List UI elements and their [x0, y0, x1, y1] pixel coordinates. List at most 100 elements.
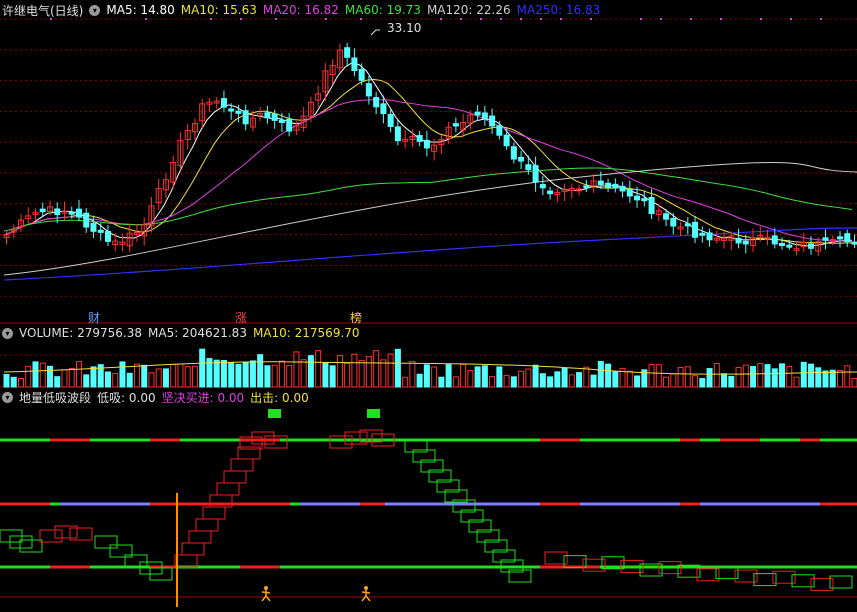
candle-body — [771, 235, 778, 245]
walking-person-icon — [364, 586, 368, 590]
volume-bar — [474, 366, 481, 388]
indicator-step — [174, 554, 198, 568]
marker-ranking[interactable]: 榜 — [350, 309, 362, 326]
volume-bar — [699, 378, 706, 388]
volume-bar — [663, 376, 670, 388]
volume-bar — [380, 359, 387, 388]
volume-bar — [648, 364, 655, 388]
volume-bar — [68, 368, 75, 388]
volume-bar — [322, 362, 329, 388]
candle-body — [235, 110, 242, 114]
marker-rise[interactable]: 涨 — [235, 309, 247, 326]
indicator-step — [564, 556, 586, 568]
indicator-step — [460, 509, 484, 523]
volume-bar — [54, 376, 61, 388]
walking-person-icon — [264, 586, 268, 590]
candle-body — [97, 229, 104, 233]
volume-bar — [670, 373, 677, 388]
volume-bar — [3, 373, 10, 388]
indicator-step — [697, 569, 719, 581]
indicator-step — [492, 549, 516, 563]
indicator-step — [640, 564, 662, 576]
candle-body — [815, 241, 822, 252]
indicator-step — [223, 470, 247, 484]
candle-body — [750, 237, 757, 246]
candle-body — [54, 208, 61, 215]
volume-settings-icon[interactable]: ▾ — [2, 327, 13, 339]
indicator-step — [696, 568, 720, 582]
volume-bar — [365, 356, 372, 388]
candle-body — [445, 126, 452, 139]
volume-bar — [684, 366, 691, 388]
indicator-step — [830, 576, 852, 588]
ma-legend-item: MA120: 22.26 — [426, 3, 511, 17]
candle-body — [242, 110, 249, 125]
volume-bar — [786, 365, 793, 388]
volume-bar — [242, 361, 249, 388]
indicator-step — [109, 544, 133, 558]
indicator-step — [583, 559, 605, 571]
volume-bar — [481, 365, 488, 388]
volume-bar — [590, 374, 597, 388]
volume-bar — [90, 366, 97, 388]
indicator-step — [239, 436, 263, 450]
candle-body — [286, 118, 293, 132]
candle-body — [634, 195, 641, 201]
candle-body — [213, 100, 220, 104]
marker-finance[interactable]: 财 — [88, 309, 100, 326]
candle-body — [452, 123, 459, 127]
candle-body — [583, 185, 590, 189]
candle-body — [431, 144, 438, 152]
chart-window: 许继电气(日线) ▾ MA5: 14.80 MA10: 15.63 MA20: 16… — [0, 0, 857, 612]
volume-bar — [358, 360, 365, 388]
candle-body — [460, 122, 467, 131]
volume-bar — [583, 366, 590, 388]
volume-bar — [503, 374, 510, 388]
volume-bar — [532, 364, 539, 388]
indicator-step — [195, 518, 219, 532]
indicator-step — [601, 556, 625, 570]
candle-body — [822, 237, 829, 241]
candle-body — [684, 223, 691, 227]
volume-bar — [83, 374, 90, 388]
candle-body — [808, 243, 815, 249]
event-dot — [720, 18, 722, 20]
candle-body — [199, 103, 206, 122]
volume-bar — [525, 368, 532, 388]
candle-body — [663, 213, 670, 220]
settings-circle-icon[interactable]: ▾ — [89, 4, 101, 16]
volume-value: VOLUME: 279756.38 — [19, 326, 142, 340]
volume-bar — [344, 363, 351, 388]
volume-bar — [713, 362, 720, 388]
indicator-step — [371, 433, 395, 447]
indicator-step — [563, 555, 587, 569]
indicator-step — [428, 469, 452, 483]
volume-bar — [808, 363, 815, 388]
stock-title: 许继电气(日线) — [2, 3, 84, 18]
ma250-line — [3, 227, 857, 281]
candle-body — [699, 232, 706, 236]
volume-bar — [800, 361, 807, 388]
volume-bar — [576, 372, 583, 388]
volume-bar — [32, 361, 39, 388]
candle-body — [344, 47, 351, 58]
volume-bar — [605, 363, 612, 388]
candle-body — [626, 188, 633, 197]
event-dot — [760, 18, 762, 20]
candle-body — [90, 222, 97, 232]
candle-body — [394, 126, 401, 142]
volume-bar — [61, 369, 68, 388]
candle-body — [257, 113, 264, 117]
candle-body — [728, 235, 735, 241]
indicator-step — [329, 435, 353, 449]
candle-body — [329, 64, 336, 75]
indicator-step — [773, 571, 795, 583]
indicator-settings-icon[interactable]: ▾ — [2, 391, 13, 403]
candle-body — [605, 182, 612, 188]
indicator-step — [500, 559, 524, 573]
candle-body — [525, 164, 532, 171]
indicator-step — [344, 431, 368, 445]
peak-pointer — [370, 29, 380, 36]
volume-bar — [133, 363, 140, 388]
candle-body — [402, 138, 409, 142]
